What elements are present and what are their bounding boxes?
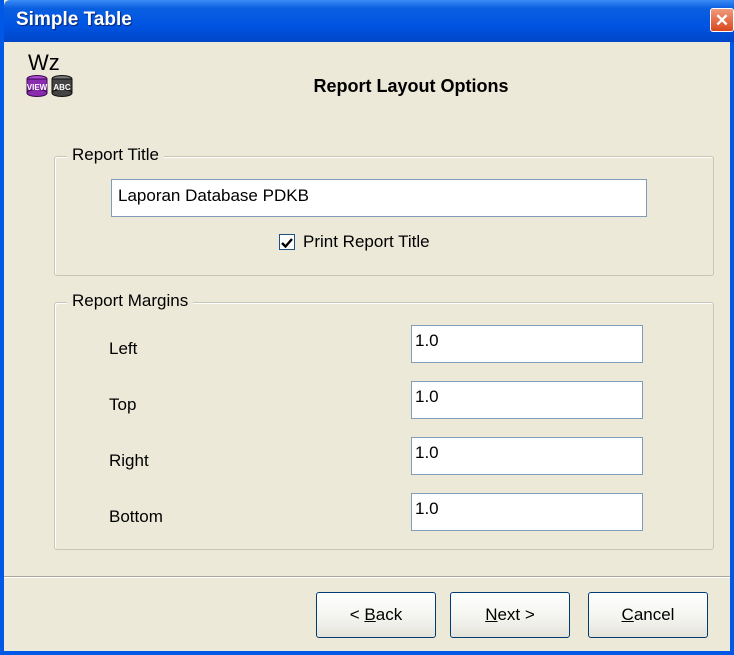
report-title-group: Report Title Laporan Database PDKB Print… (54, 145, 714, 276)
bottom-margin-input[interactable]: 1.0 (411, 493, 643, 531)
next-button[interactable]: Next > (450, 592, 570, 638)
report-title-group-label: Report Title (67, 145, 164, 165)
cancel-label-rest: ancel (633, 605, 675, 624)
right-margin-input[interactable]: 1.0 (411, 437, 643, 475)
close-icon[interactable]: ✕ (710, 8, 734, 32)
back-prefix: < (349, 605, 365, 624)
print-report-title-checkbox[interactable] (279, 234, 295, 250)
top-margin-input[interactable]: 1.0 (411, 381, 643, 419)
cancel-button[interactable]: Cancel (588, 592, 708, 638)
cancel-accelerator: C (621, 605, 634, 624)
button-separator (4, 576, 730, 578)
print-report-title-label[interactable]: Print Report Title (303, 232, 430, 252)
top-margin-label: Top (109, 395, 137, 414)
report-margins-group: Report Margins Left 1.0 Top 1.0 Right 1.… (54, 291, 714, 550)
back-accelerator: B (364, 605, 376, 624)
back-label-rest: ack (375, 605, 403, 624)
window-title: Simple Table (16, 9, 132, 30)
wizard-logo-text: Wz (28, 50, 60, 75)
next-accelerator: N (485, 605, 498, 624)
left-margin-input[interactable]: 1.0 (411, 325, 643, 363)
left-margin-label: Left (109, 339, 138, 358)
title-bar[interactable]: Simple Table ✕ (4, 0, 734, 42)
page-title: Report Layout Options (313, 76, 509, 96)
next-label-rest: ext > (497, 605, 535, 624)
report-title-input[interactable]: Laporan Database PDKB (111, 179, 647, 217)
report-margins-group-label: Report Margins (67, 291, 194, 311)
right-margin-label: Right (109, 451, 149, 470)
bottom-margin-label: Bottom (109, 507, 163, 526)
back-button[interactable]: < Back (316, 592, 436, 638)
checkmark-icon (281, 238, 293, 249)
dialog-window: Simple Table ✕ Wz VIEW ABC Report Layout… (0, 0, 734, 655)
